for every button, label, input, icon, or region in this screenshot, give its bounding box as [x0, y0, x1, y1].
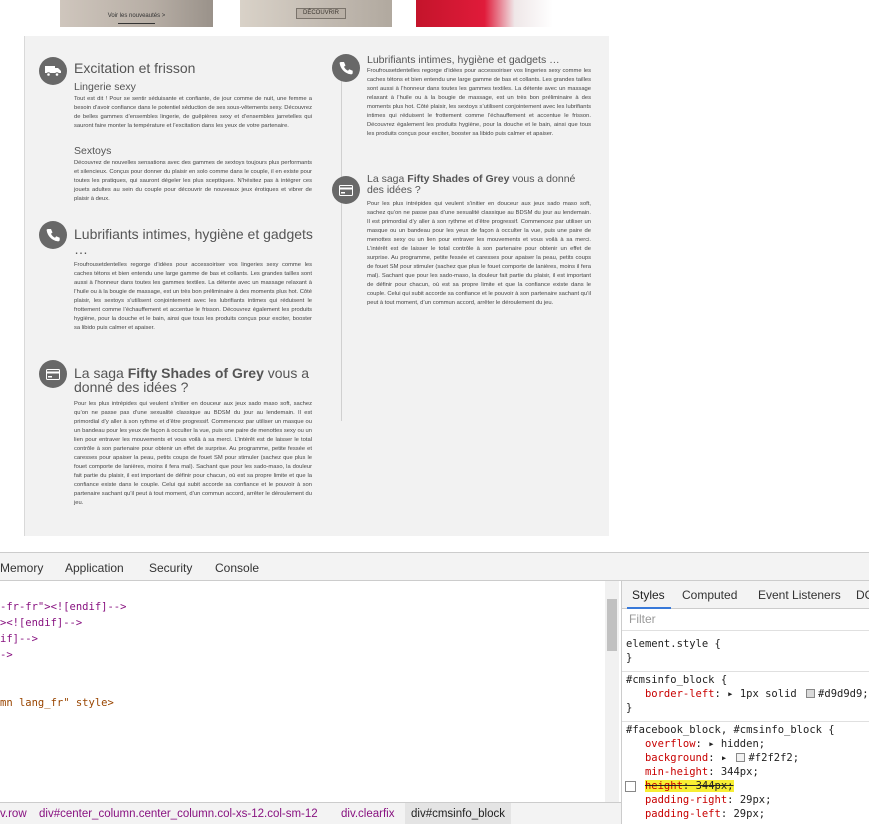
styles-pane: Filter element.style { } #cmsinfo_block …	[621, 609, 869, 824]
section-title: Lubrifiants intimes, hygiène et gadgets …	[367, 54, 560, 66]
credit-card-icon	[39, 360, 67, 388]
rule-facebook-cmsinfo: #facebook_block, #cmsinfo_block { overfl…	[622, 723, 869, 821]
breadcrumb-item[interactable]: div#center_column.center_column.col-xs-1…	[39, 808, 318, 820]
devtools-panel: Memory Application Security Console -fr-…	[0, 552, 869, 824]
section-title: La saga Fifty Shades of Grey vous a donn…	[74, 365, 310, 395]
styles-tabbar: Styles Computed Event Listeners DO	[621, 581, 869, 609]
tab-styles[interactable]: Styles	[632, 588, 665, 602]
rule-selector[interactable]: element.style {	[626, 637, 866, 651]
phone-icon	[332, 54, 360, 82]
tab-security[interactable]: Security	[149, 561, 192, 575]
section-paragraph: Froufrousetdentelles regorge d’idées pou…	[74, 262, 312, 331]
tab-event-listeners[interactable]: Event Listeners	[758, 588, 841, 602]
tab-computed[interactable]: Computed	[682, 588, 737, 602]
code-line[interactable]: mn lang_fr" style>	[0, 697, 114, 709]
rule-selector[interactable]: #facebook_block, #cmsinfo_block {	[626, 723, 866, 737]
banner-nouveautes[interactable]: Voir les nouveautés >	[60, 0, 213, 27]
phone-icon	[39, 221, 67, 249]
section-title: Excitation et frisson	[74, 60, 196, 76]
rule-element-style: element.style { }	[622, 637, 869, 672]
section-subtitle: Lingerie sexy	[74, 81, 136, 93]
tab-dom[interactable]: DO	[856, 588, 869, 602]
color-value[interactable]: #d9d9d9;	[818, 688, 869, 700]
breadcrumb-item[interactable]: v.row	[0, 808, 27, 820]
webpage-viewport: Voir les nouveautés > DÉCOUVRIR Excitati…	[0, 0, 869, 552]
banner-image[interactable]	[416, 0, 553, 27]
section-paragraph: Découvrez de nouvelles sensations avec d…	[74, 160, 312, 202]
section-title: La saga Fifty Shades of Grey vous a donn…	[367, 173, 576, 196]
truck-icon	[39, 57, 67, 85]
code-line[interactable]: -fr-fr"><![endif]-->	[0, 601, 126, 613]
section-paragraph: Tout est dit ! Pour se sentir séduisante…	[74, 96, 312, 129]
color-swatch[interactable]	[736, 753, 746, 762]
devtools-tabbar: Memory Application Security Console	[0, 553, 869, 581]
section-paragraph: Froufrousetdentelles regorge d’idées pou…	[367, 68, 591, 137]
property-value[interactable]: 1px solid	[740, 688, 797, 700]
section-paragraph: Pour les plus intrépides qui veulent s’i…	[367, 201, 591, 306]
elements-tree[interactable]: -fr-fr"><![endif]--> ><![endif]--> if]--…	[0, 581, 605, 802]
section-title: Lubrifiants intimes, hygiène et gadgets …	[74, 226, 313, 257]
breadcrumb-item[interactable]: div.clearfix	[341, 808, 394, 820]
section-paragraph: Pour les plus intrépides qui veulent s’i…	[74, 401, 312, 506]
breadcrumb: v.row div#center_column.center_column.co…	[0, 802, 621, 824]
banner-decouvrir[interactable]: DÉCOUVRIR	[240, 0, 392, 27]
discover-button[interactable]: DÉCOUVRIR	[296, 8, 347, 19]
credit-card-icon	[332, 176, 360, 204]
elements-scrollbar[interactable]	[605, 581, 619, 802]
scrollbar-thumb[interactable]	[607, 599, 617, 651]
filter-input[interactable]: Filter	[622, 609, 869, 631]
section-subtitle: Sextoys	[74, 145, 112, 157]
column-divider	[341, 73, 342, 421]
code-line[interactable]: ->	[0, 649, 13, 661]
banner-link-text[interactable]: Voir les nouveautés >	[60, 13, 213, 19]
rule-selector[interactable]: #cmsinfo_block {	[626, 673, 866, 687]
property-name[interactable]: border-left	[645, 688, 715, 700]
color-swatch[interactable]	[806, 689, 816, 698]
code-line[interactable]: if]-->	[0, 633, 38, 645]
breadcrumb-item-current[interactable]: div#cmsinfo_block	[405, 803, 511, 824]
tab-memory[interactable]: Memory	[0, 561, 43, 575]
cmsinfo-block: Excitation et frisson Lingerie sexy Tout…	[24, 36, 609, 536]
property-checkbox[interactable]	[625, 781, 636, 792]
tab-application[interactable]: Application	[65, 561, 124, 575]
tab-console[interactable]: Console	[215, 561, 259, 575]
code-line[interactable]: ><![endif]-->	[0, 617, 82, 629]
rule-cmsinfo: #cmsinfo_block { border-left: ▸ 1px soli…	[622, 673, 869, 722]
